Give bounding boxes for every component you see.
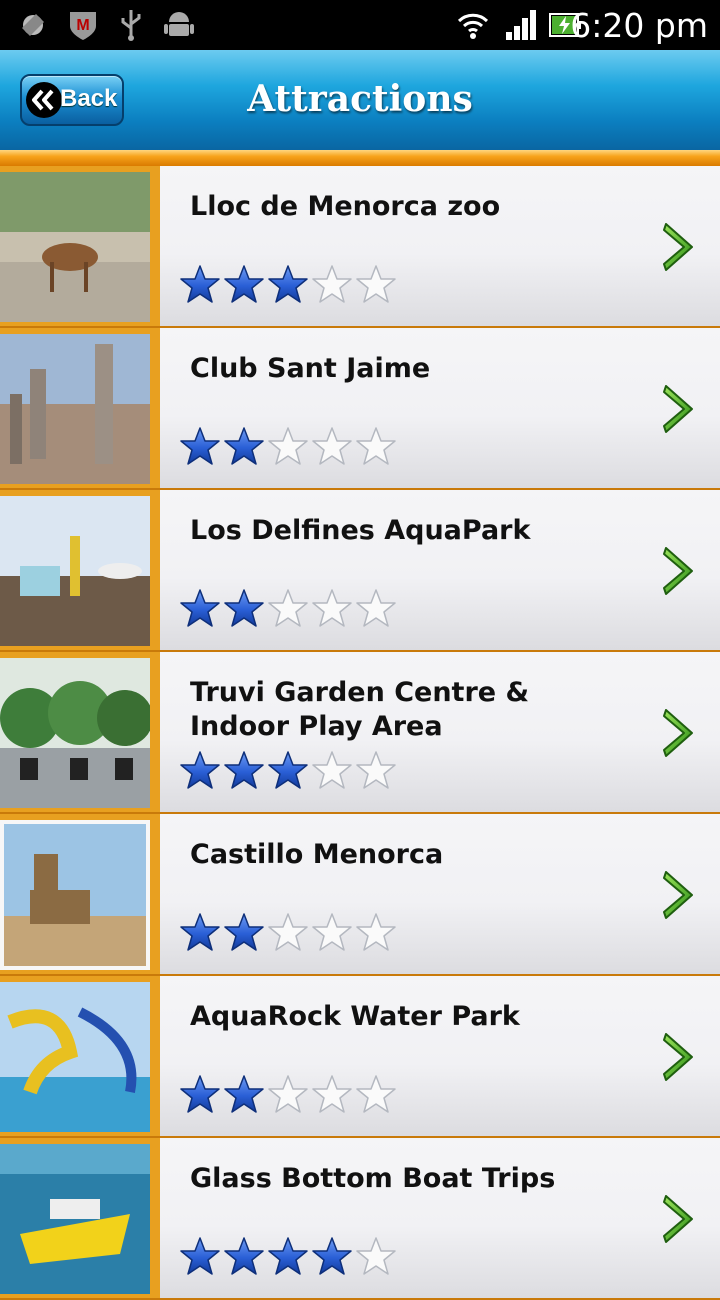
star-filled-icon [224, 1075, 264, 1113]
attraction-name: Castillo Menorca [190, 839, 444, 870]
header-divider [0, 150, 720, 166]
star-filled-icon [180, 1075, 220, 1113]
list-item-body: Los Delfines AquaPark [160, 490, 720, 650]
thumbnail-frame [0, 814, 160, 974]
attraction-photo [0, 334, 150, 484]
chevron-right-icon[interactable] [662, 706, 702, 760]
shield-icon: M [70, 12, 96, 40]
thumbnail-frame [0, 490, 160, 650]
star-empty-icon [268, 589, 308, 627]
star-empty-icon [356, 1237, 396, 1275]
list-item-body: Lloc de Menorca zoo [160, 166, 720, 326]
star-filled-icon [224, 265, 264, 303]
star-empty-icon [312, 265, 352, 303]
star-filled-icon [268, 1237, 308, 1275]
rating-stars [180, 1074, 400, 1118]
star-filled-icon [312, 1237, 352, 1275]
star-filled-icon [224, 1237, 264, 1275]
attraction-photo [0, 820, 150, 970]
page-title: Attractions [247, 78, 473, 120]
attraction-photo [0, 496, 150, 646]
thumbnail-frame [0, 652, 160, 812]
thumbnail-frame [0, 976, 160, 1136]
chevron-right-icon[interactable] [662, 544, 702, 598]
star-empty-icon [268, 913, 308, 951]
star-empty-icon [356, 751, 396, 789]
list-item-body: Truvi Garden Centre & Indoor Play Area [160, 652, 720, 812]
list-item-body: Glass Bottom Boat Trips [160, 1138, 720, 1298]
star-filled-icon [180, 1237, 220, 1275]
star-empty-icon [356, 913, 396, 951]
star-filled-icon [224, 751, 264, 789]
star-filled-icon [180, 913, 220, 951]
star-filled-icon [224, 589, 264, 627]
rating-stars [180, 264, 400, 308]
star-empty-icon [356, 265, 396, 303]
svg-text:M: M [76, 17, 89, 34]
attraction-name: Glass Bottom Boat Trips [190, 1163, 556, 1194]
thumbnail-frame [0, 1138, 160, 1298]
star-empty-icon [312, 751, 352, 789]
star-empty-icon [312, 427, 352, 465]
list-item[interactable]: Glass Bottom Boat Trips [0, 1138, 720, 1300]
rating-stars [180, 750, 400, 794]
attraction-name: AquaRock Water Park [190, 1001, 520, 1032]
rating-stars [180, 588, 400, 632]
star-empty-icon [356, 427, 396, 465]
star-empty-icon [356, 1075, 396, 1113]
star-filled-icon [180, 751, 220, 789]
attraction-photo [0, 658, 150, 808]
attraction-photo [0, 982, 150, 1132]
list-item-body: Club Sant Jaime [160, 328, 720, 488]
list-item[interactable]: AquaRock Water Park [0, 976, 720, 1138]
signal-icon [506, 10, 536, 40]
usb-icon [121, 10, 141, 41]
star-empty-icon [268, 1075, 308, 1113]
list-item[interactable]: Los Delfines AquaPark [0, 490, 720, 652]
attractions-list: Lloc de Menorca zoo Club Sant Jaime Los … [0, 166, 720, 1300]
wifi-icon [457, 13, 489, 39]
location-icon [22, 14, 44, 36]
header-bar: Back Attractions [0, 50, 720, 152]
attraction-photo [0, 172, 150, 322]
chevron-right-icon[interactable] [662, 382, 702, 436]
star-empty-icon [312, 913, 352, 951]
star-filled-icon [224, 427, 264, 465]
status-time: 6:20 pm [570, 6, 708, 45]
list-item[interactable]: Truvi Garden Centre & Indoor Play Area [0, 652, 720, 814]
star-empty-icon [312, 589, 352, 627]
star-empty-icon [356, 589, 396, 627]
attraction-name: Lloc de Menorca zoo [190, 191, 501, 222]
rating-stars [180, 1236, 400, 1280]
list-item[interactable]: Castillo Menorca [0, 814, 720, 976]
list-item-body: AquaRock Water Park [160, 976, 720, 1136]
chevron-right-icon[interactable] [662, 868, 702, 922]
star-filled-icon [180, 265, 220, 303]
star-filled-icon [268, 265, 308, 303]
star-empty-icon [312, 1075, 352, 1113]
star-empty-icon [268, 427, 308, 465]
rating-stars [180, 426, 400, 470]
list-item[interactable]: Club Sant Jaime [0, 328, 720, 490]
star-filled-icon [180, 589, 220, 627]
attraction-name: Los Delfines AquaPark [190, 515, 531, 546]
list-item[interactable]: Lloc de Menorca zoo [0, 166, 720, 328]
star-filled-icon [180, 427, 220, 465]
attraction-name: Truvi Garden Centre & Indoor Play Area [190, 677, 530, 742]
chevron-right-icon[interactable] [662, 1192, 702, 1246]
thumbnail-frame [0, 328, 160, 488]
star-filled-icon [224, 913, 264, 951]
thumbnail-frame [0, 166, 160, 326]
attraction-name: Club Sant Jaime [190, 353, 431, 384]
attraction-photo [0, 1144, 150, 1294]
chevron-right-icon[interactable] [662, 220, 702, 274]
android-icon [164, 12, 194, 36]
list-item-body: Castillo Menorca [160, 814, 720, 974]
status-bar: M 6:20 pm [0, 0, 720, 50]
rating-stars [180, 912, 400, 956]
star-filled-icon [268, 751, 308, 789]
chevron-right-icon[interactable] [662, 1030, 702, 1084]
